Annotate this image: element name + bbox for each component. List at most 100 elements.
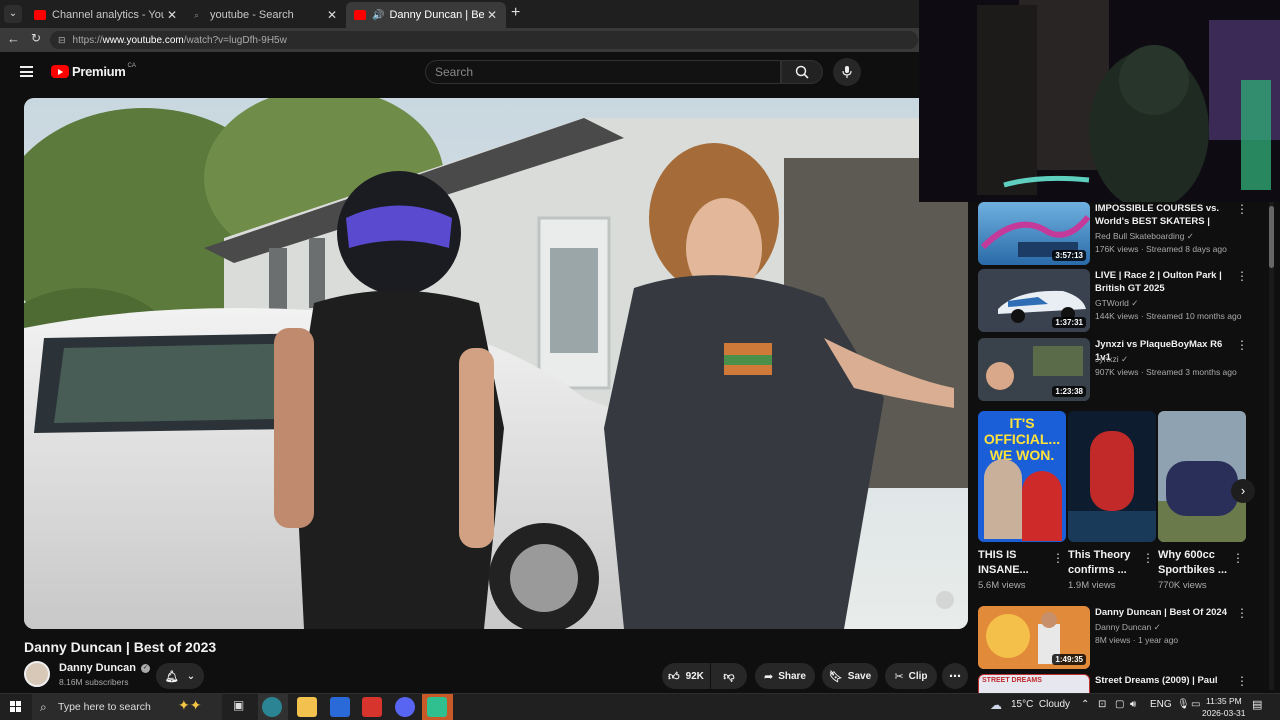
save-label: Save [847,670,872,682]
mail-icon[interactable] [330,697,350,717]
search-highlight-icon[interactable]: ✦✦ [178,697,201,714]
url-field[interactable]: ⊟ https://www.youtube.com/watch?v=lugDfh… [50,31,918,49]
sound-icon[interactable]: 🔊︎ [1130,699,1136,710]
tab-label: Channel analytics - YouTube Studio [52,9,164,21]
related-video[interactable]: STREET DREAMS Street Dreams (2009) | Pau… [978,674,1268,693]
related-channel-label: Red Bull Skateboarding [1095,231,1185,241]
hamburger-menu-icon[interactable] [20,66,33,77]
network-icon[interactable]: ⊡ [1098,699,1106,710]
more-options-icon[interactable]: ⋮ [1236,339,1248,351]
short-views: 5.6M views [978,580,1026,591]
like-count: 92K [685,670,704,682]
shorts-next-button[interactable]: › [1231,479,1255,503]
save-button[interactable]: 🔖︎ Save [822,663,878,689]
site-info-icon[interactable]: ⊟ [58,35,66,46]
video-thumbnail[interactable]: 3:57:13 [978,202,1090,265]
language-indicator[interactable]: ENG [1150,699,1172,710]
related-title: LIVE | Race 2 | Oulton Park | British GT… [1095,270,1222,294]
bookmark-icon: 🔖︎ [828,670,843,683]
search-favicon-icon: ⌕ [194,10,200,20]
more-options-icon[interactable]: ⋮ [1236,203,1248,215]
file-explorer-icon[interactable] [297,697,317,717]
video-frame [24,98,968,629]
tab-channel-analytics[interactable]: Channel analytics - YouTube Studio ✕ [26,2,186,28]
close-tab-icon[interactable]: ✕ [484,8,500,22]
related-video[interactable]: 1:23:38 Jynxzi vs PlaqueBoyMax R6 1v1 Jy… [978,338,1268,401]
subscriber-count: 8.16M subscribers [59,677,129,687]
back-arrow-icon[interactable]: ← [7,31,20,46]
tab-danny-duncan[interactable]: 🔊 Danny Duncan | Best of 2023 ✕ [346,2,506,28]
obs-app-icon[interactable] [427,697,447,717]
short-thumbnail[interactable] [1068,411,1156,542]
dislike-button[interactable]: 👎︎ [711,663,747,689]
video-thumbnail[interactable]: 1:49:35 [978,606,1090,669]
more-options-icon[interactable]: ⋮ [1236,607,1248,619]
short-item[interactable]: Why 600cc Sportbikes ... ⋮ 770K views [1158,411,1246,591]
notifications-icon[interactable]: ▤ [1252,698,1262,711]
short-thumbnail[interactable]: IT'S OFFICIAL... WE WON. [978,411,1066,542]
tray-overflow-chevron-icon[interactable]: ⌃ [1081,699,1089,710]
voice-search-button[interactable] [833,58,861,86]
channel-avatar[interactable] [24,661,50,687]
channel-name[interactable]: Danny Duncan ✓ [59,662,151,674]
share-arrow-icon: ➦ [763,670,774,683]
thumbs-up-icon: 👍︎ [668,670,680,683]
gift-app-icon[interactable] [362,697,382,717]
video-thumbnail[interactable]: 1:37:31 [978,269,1090,332]
clock-date[interactable]: 2026-03-31 [1202,708,1245,718]
search-icon [795,65,809,79]
more-actions-button[interactable]: ⋯ [942,663,968,689]
sidebar-scrollbar-thumb[interactable] [1269,206,1274,268]
related-title: Street Dreams (2009) | Paul [1095,675,1218,686]
close-tab-icon[interactable]: ✕ [164,8,180,22]
mic-tray-icon[interactable]: 🎙︎ [1177,699,1190,710]
more-horizontal-icon: ⋯ [949,669,961,683]
video-thumbnail[interactable]: STREET DREAMS [978,674,1090,693]
more-options-icon[interactable]: ⋮ [1236,675,1248,687]
weather-icon[interactable]: ☁ [990,698,1002,712]
clip-button[interactable]: ✂ Clip [885,663,937,689]
related-video[interactable]: 1:49:35 Danny Duncan | Best Of 2024 Dann… [978,606,1268,669]
related-video[interactable]: 3:57:13 IMPOSSIBLE COURSES vs. World's B… [978,202,1268,265]
close-tab-icon[interactable]: ✕ [324,8,340,22]
subscribed-bell-button[interactable]: 🔔︎ ⌄ [156,663,204,689]
more-options-icon[interactable]: ⋮ [1142,551,1154,565]
more-options-icon[interactable]: ⋮ [1052,551,1064,565]
windows-start-icon[interactable] [10,701,22,713]
bell-icon: 🔔︎ [164,670,179,683]
new-tab-button[interactable]: + [511,4,520,22]
youtube-favicon-icon [354,10,366,20]
short-item[interactable]: This Theory confirms ... ⋮ 1.9M views [1068,411,1156,591]
short-item[interactable]: IT'S OFFICIAL... WE WON. THIS IS INSANE.… [978,411,1066,591]
share-button[interactable]: ➦ Share [755,663,815,689]
more-options-icon[interactable]: ⋮ [1232,551,1244,565]
video-title: Danny Duncan | Best of 2023 [24,639,217,655]
weather-text[interactable]: 15°C Cloudy [1011,699,1070,710]
discord-icon[interactable] [395,697,415,717]
speaker-icon[interactable]: 🔊 [372,10,384,21]
tab-label: youtube - Search [210,9,294,21]
short-thumbnail[interactable] [1158,411,1246,542]
short-views: 1.9M views [1068,580,1116,591]
tab-list-button[interactable]: ⌄ [4,5,22,23]
tray-monitor-icon[interactable]: ▭ [1191,699,1200,710]
channel-watermark-icon[interactable] [936,591,954,609]
chevron-right-icon: › [1240,483,1246,498]
search-button[interactable] [781,60,823,84]
task-view-icon[interactable]: ▣ [233,698,244,712]
refresh-icon[interactable]: ↻ [31,31,41,45]
like-button[interactable]: 👍︎ 92K [662,663,710,689]
short-title: THIS IS INSANE... [978,549,1029,576]
video-thumbnail[interactable]: 1:23:38 [978,338,1090,401]
more-options-icon[interactable]: ⋮ [1236,270,1248,282]
verified-check-icon: ✓ [1186,231,1194,241]
search-input[interactable]: Search [425,60,781,84]
related-video[interactable]: 1:37:31 LIVE | Race 2 | Oulton Park | Br… [978,269,1268,332]
video-player[interactable] [24,98,968,629]
clock-time[interactable]: 11:35 PM [1206,696,1242,706]
sidebar-scrollbar[interactable] [1269,202,1274,690]
premium-label: Premium [72,64,126,79]
tab-youtube-search[interactable]: ⌕ youtube - Search ✕ [186,2,346,28]
youtube-logo[interactable]: Premium CA [51,63,136,79]
tray-app-icon[interactable]: ▢ [1115,699,1124,710]
